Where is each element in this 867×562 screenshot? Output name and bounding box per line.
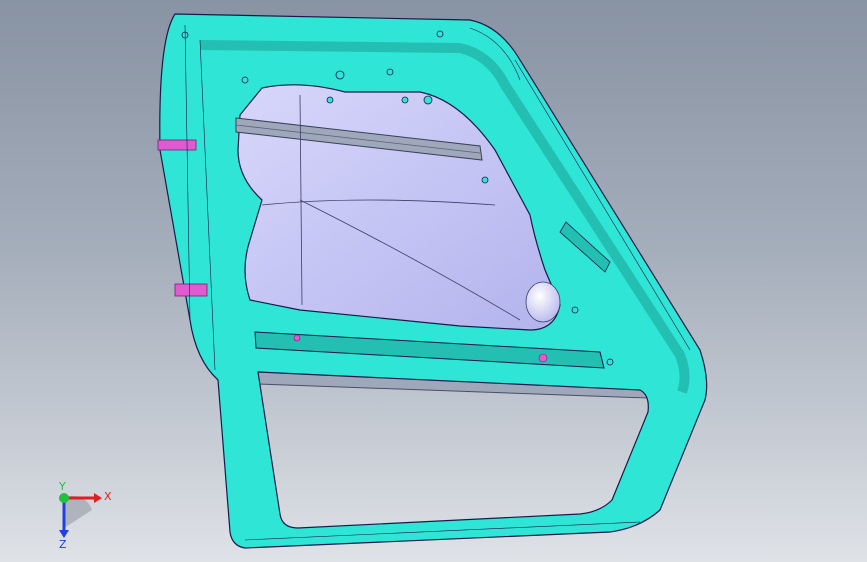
mount-hole-icon — [436, 30, 444, 38]
mount-hole-icon — [386, 68, 394, 76]
mount-hole-icon — [606, 358, 614, 366]
door-inner-panel-model[interactable] — [0, 0, 867, 562]
y-axis-dot-icon — [59, 493, 69, 503]
speaker-dome-icon — [525, 281, 561, 323]
lower-hinge-tab-icon — [174, 283, 208, 297]
magenta-clip-icon — [538, 353, 548, 363]
mount-hole-icon — [571, 306, 579, 314]
magenta-clip-icon — [293, 334, 301, 342]
x-axis-arrowhead-icon — [94, 493, 102, 503]
mount-hole-icon — [401, 96, 409, 104]
y-axis-label: Y — [58, 480, 66, 493]
mount-hole-icon — [335, 70, 345, 80]
cad-graphics-viewport[interactable]: X Y Z — [0, 0, 867, 562]
z-axis-label: Z — [59, 538, 67, 550]
mount-hole-icon — [241, 76, 249, 84]
upper-hinge-tab-icon — [157, 139, 197, 151]
triad-shadow — [64, 495, 92, 528]
mount-hole-icon — [481, 176, 489, 184]
coordinate-triad: X Y Z — [58, 480, 112, 550]
mount-hole-icon — [326, 96, 334, 104]
mount-hole-icon — [423, 95, 433, 105]
z-axis-arrowhead-icon — [59, 530, 69, 538]
x-axis-label: X — [104, 490, 112, 503]
